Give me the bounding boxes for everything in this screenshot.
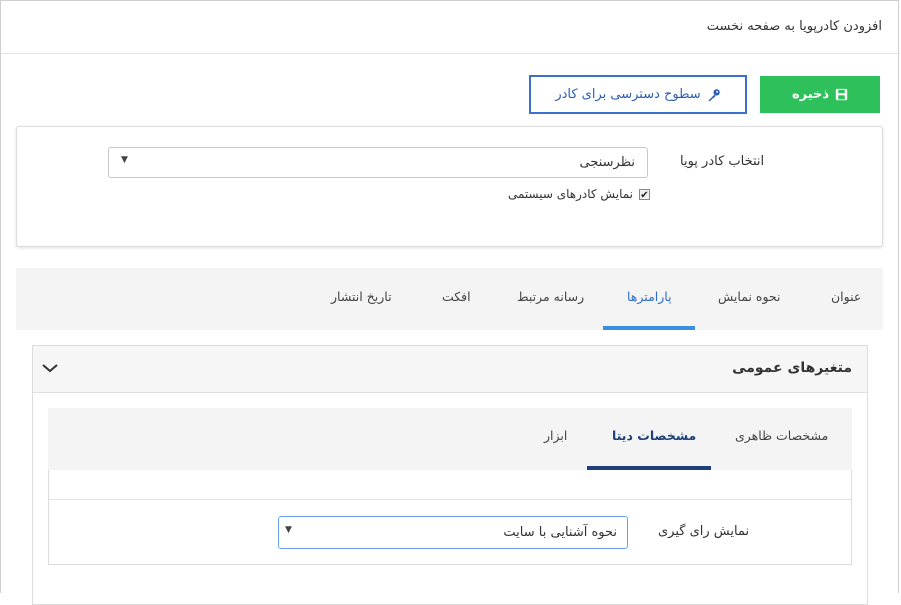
show-system-frames-checkbox[interactable]: ✔: [639, 188, 650, 201]
poll-select[interactable]: نحوه آشنایی با سایت ▼: [278, 516, 628, 549]
caret-down-icon: ▼: [285, 525, 292, 535]
show-system-frames-row: ✔ نمایش کادرهای سیستمی: [500, 187, 650, 201]
save-button[interactable]: ذخیره: [760, 76, 880, 113]
access-levels-button[interactable]: سطوح دسترسی برای کادر: [529, 75, 747, 114]
tab-related-media[interactable]: رسانه مرتبط: [517, 289, 584, 304]
select-frame-label: انتخاب کادر پویا: [680, 154, 765, 169]
tab-title[interactable]: عنوان: [831, 289, 861, 304]
tab-publish-date[interactable]: تاریخ انتشار: [331, 289, 392, 304]
save-button-label: ذخیره: [791, 87, 830, 102]
tab-data-settings[interactable]: مشخصات دیتا: [612, 428, 696, 443]
sub-tabs: [48, 408, 852, 470]
access-levels-label: سطوح دسترسی برای کادر: [555, 87, 701, 102]
floppy-disk-icon: [835, 88, 848, 101]
tab-effect[interactable]: افکت: [442, 289, 471, 304]
divider: [49, 499, 851, 500]
dialog-header: افزودن کادرپویا به صفحه نخست: [1, 1, 898, 54]
key-icon: [708, 88, 720, 101]
tab-display-mode[interactable]: نحوه نمایش: [718, 289, 780, 304]
poll-select-value: نحوه آشنایی با سایت: [503, 525, 617, 540]
caret-down-icon: ▼: [121, 155, 128, 165]
poll-display-label: نمایش رای گیری: [658, 524, 750, 539]
panel-title: متغیرهای عمومی: [732, 360, 852, 376]
dynamic-frame-select[interactable]: نظرسنجی ▼: [108, 147, 648, 178]
tab-parameters[interactable]: پارامترها: [627, 289, 672, 304]
active-tab-indicator: [603, 326, 695, 330]
tab-tools[interactable]: ابزار: [544, 428, 567, 443]
dynamic-frame-select-value: نظرسنجی: [579, 155, 636, 170]
show-system-frames-label: نمایش کادرهای سیستمی: [507, 187, 633, 201]
selector-card: [16, 126, 883, 247]
dialog-title: افزودن کادرپویا به صفحه نخست: [706, 19, 882, 34]
chevron-down-icon[interactable]: [40, 358, 60, 378]
tab-appearance[interactable]: مشخصات ظاهری: [735, 428, 828, 443]
